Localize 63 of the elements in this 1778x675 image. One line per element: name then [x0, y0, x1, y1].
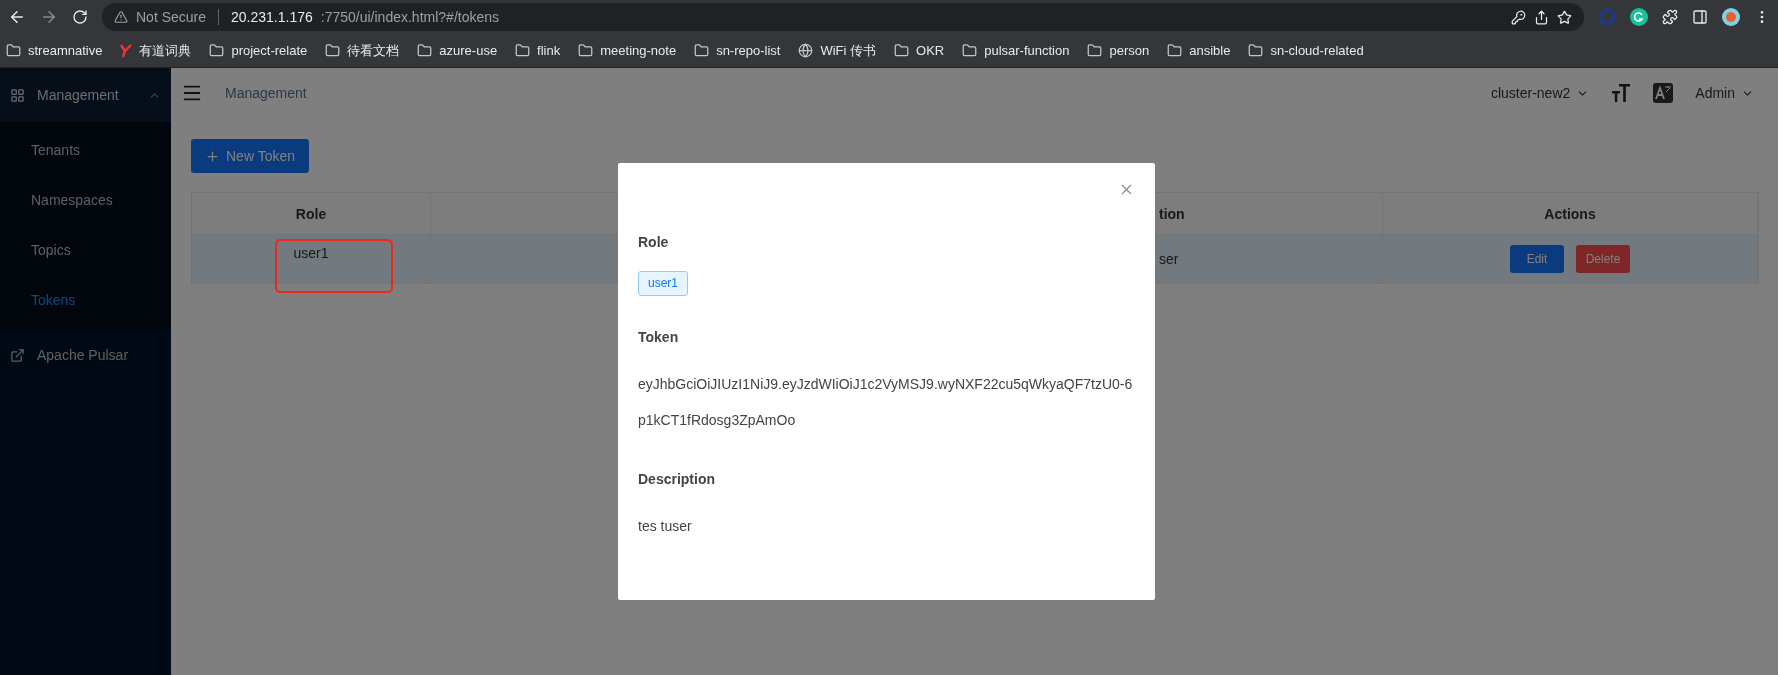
globe-icon — [798, 43, 814, 58]
group-label: Management — [37, 87, 120, 103]
side-panel-icon[interactable] — [1692, 9, 1708, 25]
folder-icon — [1248, 43, 1264, 58]
back-icon[interactable] — [8, 8, 26, 26]
column-header: Role — [192, 193, 431, 235]
table-cell: user1 — [192, 235, 431, 283]
folder-icon — [962, 43, 978, 58]
folder-icon — [417, 43, 433, 58]
puzzle-icon[interactable] — [1662, 9, 1678, 25]
user-dropdown[interactable]: Admin — [1695, 85, 1754, 101]
bookmark[interactable]: pulsar-function — [962, 43, 1070, 58]
url-host: 20.231.1.176 — [231, 9, 313, 25]
bookmark[interactable]: ansible — [1167, 43, 1231, 58]
folder-icon — [515, 43, 531, 58]
cluster-dropdown[interactable]: cluster-new2 — [1490, 85, 1590, 101]
bookmark[interactable]: person — [1087, 43, 1150, 58]
grid-icon — [10, 87, 25, 103]
folder-icon — [894, 43, 910, 58]
bookmark[interactable]: project-relate — [209, 43, 308, 58]
warning-icon — [114, 10, 128, 24]
bookmark[interactable]: sn-cloud-related — [1248, 43, 1364, 58]
key-icon[interactable] — [1511, 9, 1526, 25]
address-bar[interactable]: Not Secure 20.231.1.176 :7750/ui/index.html?#/tokens — [102, 3, 1584, 31]
bookmark[interactable]: flink — [515, 43, 561, 58]
dictionary-icon — [120, 43, 133, 58]
field-label: Description — [638, 470, 716, 489]
field-value: tes tuser — [638, 517, 693, 536]
bookmark[interactable]: meeting-note — [578, 43, 677, 58]
text-size-icon[interactable] — [1611, 83, 1632, 103]
column-header: Actions — [1383, 193, 1758, 235]
reload-icon[interactable] — [72, 9, 88, 25]
folder-icon — [694, 43, 710, 58]
avatar-icon[interactable] — [1722, 8, 1740, 26]
external-link-icon — [10, 347, 25, 363]
folder-icon — [578, 43, 594, 58]
bookmark[interactable]: 待看文档 — [325, 41, 400, 60]
security-label: Not Secure — [136, 9, 207, 25]
bookmark[interactable]: sn-repo-list — [694, 43, 781, 58]
forward-icon[interactable] — [40, 8, 58, 26]
bookmark[interactable]: azure-use — [417, 43, 498, 58]
field-value: p1kCT1fRdosg3ZpAmOo — [638, 411, 797, 430]
role-tag: user1 — [638, 271, 689, 296]
breadcrumb: Management — [225, 85, 307, 101]
url-path: :7750/ui/index.html?#/tokens — [320, 9, 500, 25]
field-value: eyJhbGciOiJIUzI1NiJ9.eyJzdWIiOiJ1c2VyMSJ9.wyNXF22cu5qWkyaQF7tzU0-6 — [638, 375, 1134, 394]
field-label: Token — [638, 328, 680, 347]
menu-group[interactable]: Management — [0, 68, 171, 122]
share-icon[interactable] — [1534, 9, 1549, 25]
plus-icon — [205, 148, 220, 164]
star-icon[interactable] — [1557, 9, 1572, 25]
folder-icon — [1167, 43, 1183, 58]
folder-icon — [325, 43, 341, 58]
folder-icon — [1087, 43, 1103, 58]
field-label: Role — [638, 233, 670, 252]
bookmark[interactable]: WiFi 传书 — [798, 41, 877, 60]
bookmark[interactable]: streamnative — [6, 43, 103, 58]
translate-icon[interactable] — [1653, 83, 1674, 103]
grammar-extension-icon[interactable] — [1630, 8, 1648, 26]
folder-icon — [6, 43, 21, 58]
folder-icon — [209, 43, 225, 58]
bookmark[interactable]: 有道词典 — [120, 41, 192, 60]
bookmark[interactable]: OKR — [894, 43, 945, 58]
